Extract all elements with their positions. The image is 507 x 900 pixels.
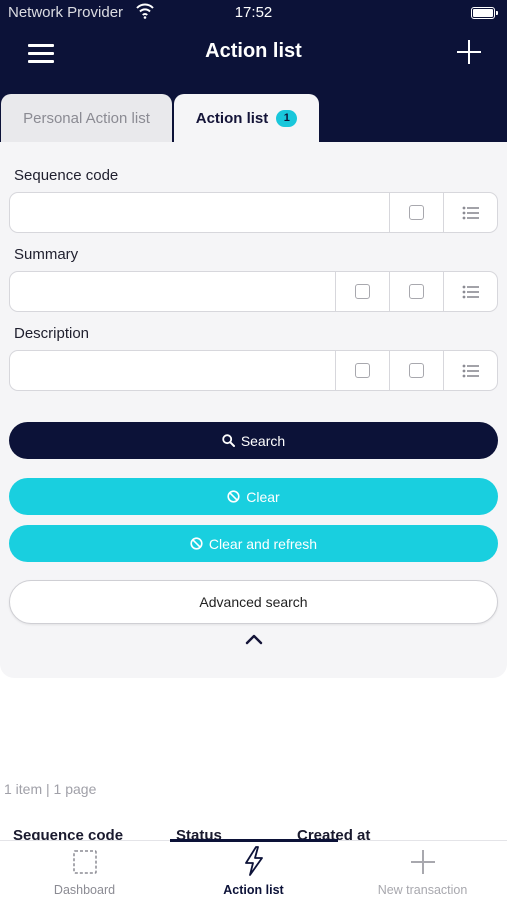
tabbar-item-dashboard[interactable]: Dashboard	[0, 840, 169, 900]
ban-icon	[190, 537, 203, 550]
list-icon	[462, 285, 479, 298]
plus-icon	[411, 850, 435, 874]
lightning-icon	[245, 846, 263, 876]
clock-time: 17:52	[234, 4, 273, 21]
exact-match-checkbox[interactable]	[389, 351, 443, 390]
exact-match-checkbox[interactable]	[389, 193, 443, 232]
tabbar-label: New transaction	[377, 883, 468, 897]
status-bar: Network Provider 17:52	[0, 0, 507, 28]
case-sensitive-checkbox[interactable]	[335, 351, 389, 390]
tab-label: Action list	[195, 109, 269, 127]
tab-action-list[interactable]: Action list 1	[174, 94, 319, 142]
ban-icon	[227, 490, 240, 503]
tabbar-item-action-list[interactable]: Action list	[169, 840, 338, 900]
checkbox-icon	[409, 205, 424, 220]
sequence-code-field	[9, 192, 498, 233]
list-options-button[interactable]	[443, 351, 497, 390]
page-title: Action list	[205, 40, 302, 62]
clear-and-refresh-button[interactable]: Clear and refresh	[9, 525, 498, 562]
list-icon	[462, 206, 479, 219]
checkbox-icon	[355, 363, 370, 378]
dashboard-icon	[73, 850, 97, 874]
description-label: Description	[14, 325, 90, 342]
description-field	[9, 350, 498, 391]
plus-icon[interactable]	[457, 40, 481, 64]
battery-icon	[471, 7, 498, 19]
case-sensitive-checkbox[interactable]	[335, 272, 389, 311]
advanced-search-label: Advanced search	[199, 594, 308, 610]
summary-label: Summary	[14, 246, 79, 263]
tab-personal-action-list[interactable]: Personal Action list	[1, 94, 172, 142]
tabbar-label: Dashboard	[53, 883, 116, 897]
count-badge: 1	[276, 109, 298, 127]
tab-label: Personal Action list	[23, 109, 150, 127]
clear-button[interactable]: Clear	[9, 478, 498, 515]
sequence-code-label: Sequence code	[14, 167, 119, 184]
list-options-button[interactable]	[443, 272, 497, 311]
results-area	[0, 685, 507, 840]
list-options-button[interactable]	[443, 193, 497, 232]
clear-button-label: Clear	[246, 488, 280, 505]
chevron-up-icon[interactable]	[244, 632, 264, 646]
description-input[interactable]	[10, 351, 335, 390]
exact-match-checkbox[interactable]	[389, 272, 443, 311]
sequence-code-input[interactable]	[10, 193, 389, 232]
checkbox-icon	[355, 284, 370, 299]
result-count: 1 item | 1 page	[4, 781, 97, 797]
advanced-search-button[interactable]: Advanced search	[9, 580, 498, 624]
tabbar-item-new-transaction[interactable]: New transaction	[338, 840, 507, 900]
list-icon	[462, 364, 479, 377]
search-button-label: Search	[240, 432, 286, 449]
search-icon	[222, 434, 235, 447]
clear-and-refresh-label: Clear and refresh	[208, 535, 318, 552]
checkbox-icon	[409, 363, 424, 378]
tabbar-label: Action list	[223, 883, 284, 897]
summary-input[interactable]	[10, 272, 335, 311]
summary-field	[9, 271, 498, 312]
search-button[interactable]: Search	[9, 422, 498, 459]
checkbox-icon	[409, 284, 424, 299]
